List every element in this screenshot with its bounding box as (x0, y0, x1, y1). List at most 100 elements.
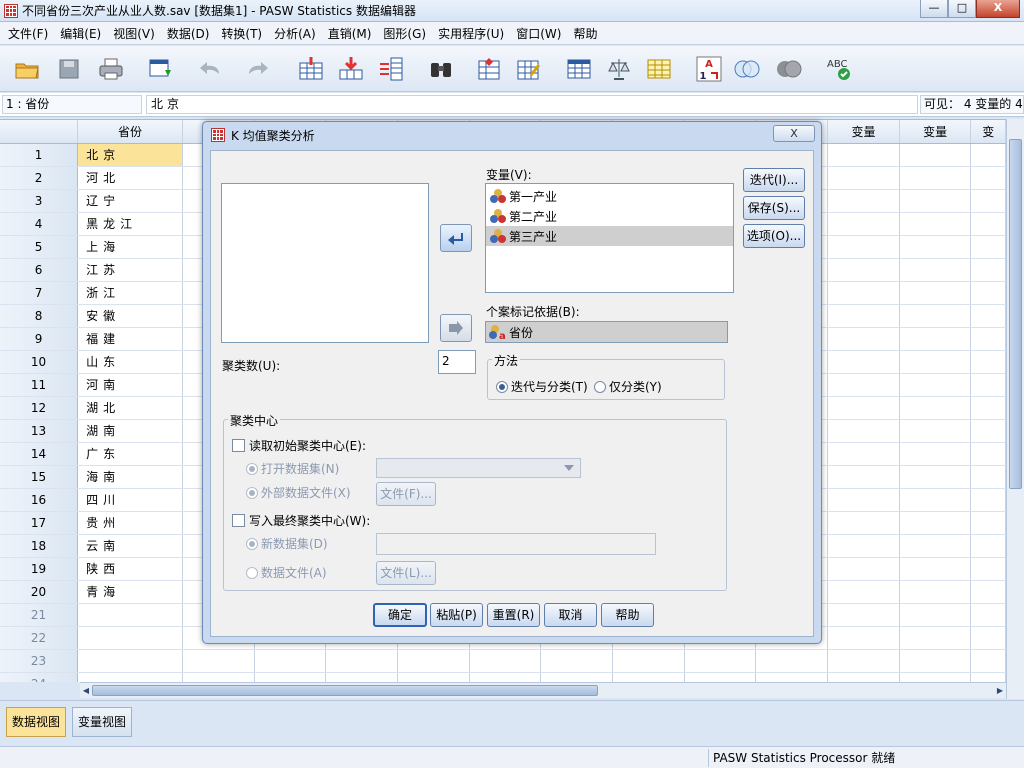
empty-cell[interactable] (827, 626, 900, 650)
province-cell[interactable]: 四川 (77, 488, 183, 512)
empty-cell[interactable] (970, 327, 1006, 351)
menu-window[interactable]: 窗口(W) (510, 25, 567, 42)
horizontal-scrollbar[interactable]: ◀ ▶ (80, 682, 1006, 698)
move-to-case-label-button[interactable] (440, 314, 472, 342)
scroll-right-icon[interactable]: ▶ (994, 684, 1006, 697)
province-cell[interactable]: 青海 (77, 580, 183, 604)
write-final-checkbox[interactable] (232, 514, 245, 527)
undo-icon[interactable] (196, 54, 226, 84)
row-number[interactable]: 19 (0, 557, 79, 581)
menu-data[interactable]: 数据(D) (161, 25, 216, 42)
empty-cell[interactable] (970, 396, 1006, 420)
province-cell[interactable]: 上海 (77, 235, 183, 259)
empty-cell[interactable] (899, 396, 972, 420)
open-folder-icon[interactable] (12, 54, 42, 84)
row-number[interactable]: 6 (0, 258, 79, 282)
source-variable-list[interactable] (221, 183, 429, 343)
open-dataset-option[interactable]: 打开数据集(N) (246, 460, 339, 477)
read-initial-checkbox[interactable] (232, 439, 245, 452)
print-icon[interactable] (96, 54, 126, 84)
move-to-variables-button[interactable] (440, 224, 472, 252)
empty-cell[interactable] (970, 350, 1006, 374)
row-number[interactable]: 14 (0, 442, 79, 466)
corner-cell[interactable] (0, 120, 79, 144)
row-number[interactable]: 9 (0, 327, 79, 351)
empty-cell[interactable] (970, 189, 1006, 213)
empty-cell[interactable] (827, 672, 900, 682)
read-initial-option[interactable]: 读取初始聚类中心(E): (232, 437, 366, 454)
radio-iterate[interactable] (496, 381, 508, 393)
empty-cell[interactable] (899, 212, 972, 236)
insert-cases-icon[interactable] (474, 54, 504, 84)
province-cell[interactable]: 山东 (77, 350, 183, 374)
empty-cell[interactable] (970, 419, 1006, 443)
empty-cell[interactable] (899, 626, 972, 650)
menu-file[interactable]: 文件(F) (2, 25, 54, 42)
variables-list[interactable]: 第一产业 第二产业 第三产业 (485, 183, 734, 293)
empty-cell[interactable] (827, 419, 900, 443)
external-file-option[interactable]: 外部数据文件(X) (246, 484, 351, 501)
empty-cell[interactable] (540, 672, 614, 682)
row-number[interactable]: 5 (0, 235, 79, 259)
empty-cell[interactable] (827, 488, 900, 512)
province-cell[interactable]: 北京 (77, 143, 183, 167)
empty-cell[interactable] (827, 396, 900, 420)
weight-cases-icon[interactable] (604, 54, 634, 84)
empty-cell[interactable] (827, 143, 900, 167)
empty-cell[interactable] (899, 672, 972, 682)
tab-data-view[interactable]: 数据视图 (6, 707, 67, 737)
use-sets-icon[interactable] (732, 54, 762, 84)
empty-cell[interactable] (970, 488, 1006, 512)
empty-cell[interactable] (970, 166, 1006, 190)
row-number[interactable]: 4 (0, 212, 79, 236)
radio-new-dataset[interactable] (246, 538, 258, 550)
empty-cell[interactable] (970, 649, 1006, 673)
row-number[interactable]: 10 (0, 350, 79, 374)
province-cell[interactable]: 陕西 (77, 557, 183, 581)
empty-cell[interactable] (970, 511, 1006, 535)
empty-cell[interactable] (970, 603, 1006, 627)
province-cell[interactable] (77, 649, 183, 673)
row-number[interactable]: 20 (0, 580, 79, 604)
row-number[interactable]: 2 (0, 166, 79, 190)
empty-cell[interactable] (469, 649, 542, 673)
empty-cell[interactable] (899, 258, 972, 282)
empty-cell[interactable] (899, 281, 972, 305)
empty-cell[interactable] (970, 534, 1006, 558)
empty-cell[interactable] (755, 672, 829, 682)
cancel-button[interactable]: 取消 (544, 603, 597, 627)
file-button-final[interactable]: 文件(L)... (376, 561, 436, 585)
empty-cell[interactable] (827, 603, 900, 627)
empty-cell[interactable] (899, 465, 972, 489)
file-button-initial[interactable]: 文件(F)... (376, 482, 436, 506)
province-cell[interactable]: 江苏 (77, 258, 183, 282)
empty-cell[interactable] (827, 511, 900, 535)
vertical-scroll-thumb[interactable] (1009, 139, 1022, 489)
row-number[interactable]: 22 (0, 626, 79, 650)
show-all-variables-icon[interactable] (774, 54, 804, 84)
insert-variable-icon[interactable] (514, 54, 544, 84)
empty-cell[interactable] (970, 304, 1006, 328)
row-number[interactable]: 18 (0, 534, 79, 558)
empty-cell[interactable] (755, 649, 829, 673)
province-cell[interactable] (77, 672, 183, 682)
empty-cell[interactable] (899, 327, 972, 351)
empty-cell[interactable] (970, 258, 1006, 282)
empty-cell[interactable] (899, 603, 972, 627)
empty-cell[interactable] (827, 350, 900, 374)
empty-cell[interactable] (899, 373, 972, 397)
empty-cell[interactable] (182, 672, 255, 682)
empty-cell[interactable] (254, 649, 327, 673)
empty-cell[interactable] (827, 258, 900, 282)
paste-button[interactable]: 粘贴(P) (430, 603, 483, 627)
empty-cell[interactable] (612, 649, 685, 673)
help-button[interactable]: 帮助 (601, 603, 654, 627)
row-number[interactable]: 13 (0, 419, 79, 443)
empty-cell[interactable] (970, 557, 1006, 581)
row-number[interactable]: 3 (0, 189, 79, 213)
empty-cell[interactable] (827, 442, 900, 466)
radio-open-dataset[interactable] (246, 463, 258, 475)
row-number[interactable]: 24 (0, 672, 79, 682)
empty-cell[interactable] (254, 672, 327, 682)
dialog-close-button[interactable]: X (773, 125, 815, 142)
